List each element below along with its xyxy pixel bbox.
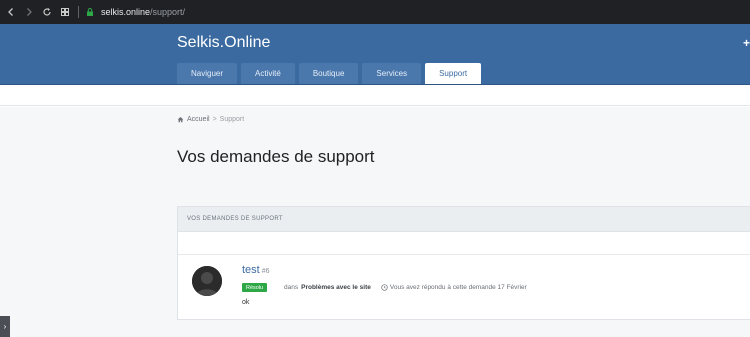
site-header: Selkis.Online + Naviguer Activité Boutiq… xyxy=(0,24,750,85)
request-number: #6 xyxy=(261,268,270,275)
request-meta: dans Problèmes avec le site Vous avez ré… xyxy=(284,283,527,292)
main-content: Accueil > Support Vos demandes de suppor… xyxy=(0,107,750,337)
panel-spacer xyxy=(178,232,750,255)
main-nav: Naviguer Activité Boutique Services Supp… xyxy=(177,63,482,84)
page-title: Vos demandes de support xyxy=(177,147,375,166)
forward-icon[interactable] xyxy=(22,5,36,19)
status-badge: Résolu xyxy=(242,283,268,292)
user-silhouette-icon xyxy=(192,266,222,296)
reply-info: Vous avez répondu à cette demande 17 Fév… xyxy=(389,284,527,291)
sub-navigation-bar xyxy=(0,85,750,106)
clock-icon xyxy=(381,284,388,291)
toolbar-divider xyxy=(78,6,79,18)
avatar[interactable] xyxy=(192,266,222,296)
breadcrumb-separator-icon: > xyxy=(212,116,217,123)
breadcrumb-current: Support xyxy=(219,116,245,123)
apps-grid-icon[interactable] xyxy=(58,5,72,19)
plus-icon[interactable]: + xyxy=(743,36,750,50)
tab-naviguer[interactable]: Naviguer xyxy=(177,63,238,84)
address-bar[interactable]: selkis.online/support/ xyxy=(85,7,185,17)
tab-services[interactable]: Services xyxy=(362,63,422,84)
url-domain: selkis.online xyxy=(101,7,151,17)
breadcrumb: Accueil > Support xyxy=(177,116,244,123)
panel-header: VOS DEMANDES DE SUPPORT xyxy=(178,207,750,232)
reload-icon[interactable] xyxy=(40,5,54,19)
request-excerpt: ok xyxy=(242,299,250,306)
tab-activite[interactable]: Activité xyxy=(241,63,295,84)
tab-support[interactable]: Support xyxy=(425,63,482,84)
home-icon xyxy=(177,117,184,123)
request-title-text[interactable]: test xyxy=(242,264,260,276)
support-requests-panel: VOS DEMANDES DE SUPPORT test #6 Résolu da… xyxy=(177,206,750,320)
category-prefix: dans xyxy=(284,284,299,291)
chevron-right-icon[interactable]: › xyxy=(0,316,10,337)
url-path: /support/ xyxy=(150,7,186,17)
list-item: test #6 Résolu dans Problèmes avec le sit… xyxy=(178,255,750,319)
browser-toolbar: selkis.online/support/ xyxy=(0,0,750,24)
tab-boutique[interactable]: Boutique xyxy=(298,63,359,84)
site-brand[interactable]: Selkis.Online xyxy=(177,34,270,52)
back-icon[interactable] xyxy=(4,5,18,19)
lock-icon xyxy=(87,8,93,16)
request-category[interactable]: Problèmes avec le site xyxy=(301,284,371,291)
breadcrumb-home[interactable]: Accueil xyxy=(187,116,210,123)
request-title[interactable]: test #6 xyxy=(242,264,270,276)
